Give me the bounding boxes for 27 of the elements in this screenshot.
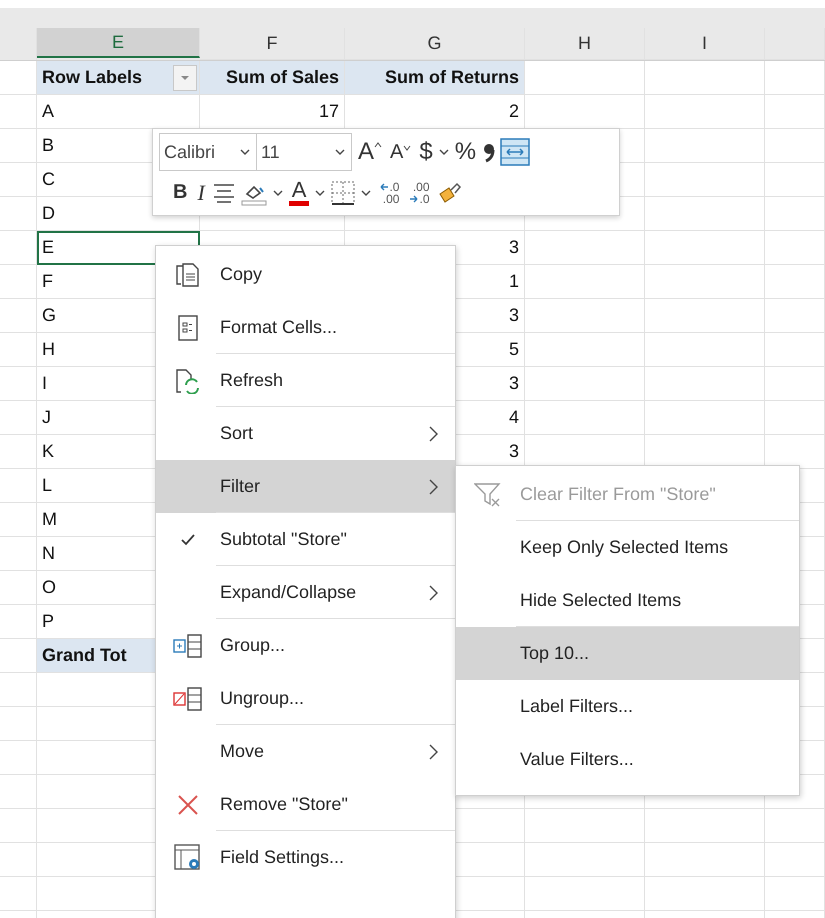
increase-font-button[interactable]: A [356,138,384,166]
decrease-font-button[interactable]: A [388,140,414,164]
menu-item[interactable]: Keep Only Selected Items [456,521,799,574]
column-header-cell: Sum of Returns [345,61,525,95]
percent-button[interactable]: % [452,138,478,166]
column-header[interactable]: G [345,28,525,60]
font-field[interactable]: Calibri [159,133,257,171]
row-labels-header: Row Labels [42,67,142,88]
column-header[interactable]: F [200,28,345,60]
menu-item[interactable]: Value Filters... [456,733,799,786]
menu-item[interactable]: Move [156,725,455,778]
column-header[interactable]: E [37,28,200,58]
menu-item[interactable]: Hide Selected Items [456,574,799,627]
menu-item[interactable]: Label Filters... [456,680,799,733]
menu-item[interactable]: Remove "Store" [156,778,455,831]
menu-item[interactable]: Field Settings... [156,831,455,884]
currency-button[interactable]: $ [417,138,435,166]
menu-item[interactable]: Filter [156,460,455,513]
decrease-decimal-button[interactable]: .00 .0 [407,180,432,204]
increase-decimal-button[interactable]: .0 .00 [377,180,402,204]
font-size-field[interactable]: 11 [256,133,352,171]
menu-item[interactable]: Ungroup... [156,672,455,725]
column-header-cell: Sum of Sales [200,61,345,95]
column-header[interactable]: H [525,28,645,60]
menu-item[interactable]: Top 10... [456,627,799,680]
font-color-button[interactable]: A [288,179,310,206]
column-header[interactable]: I [645,28,765,60]
